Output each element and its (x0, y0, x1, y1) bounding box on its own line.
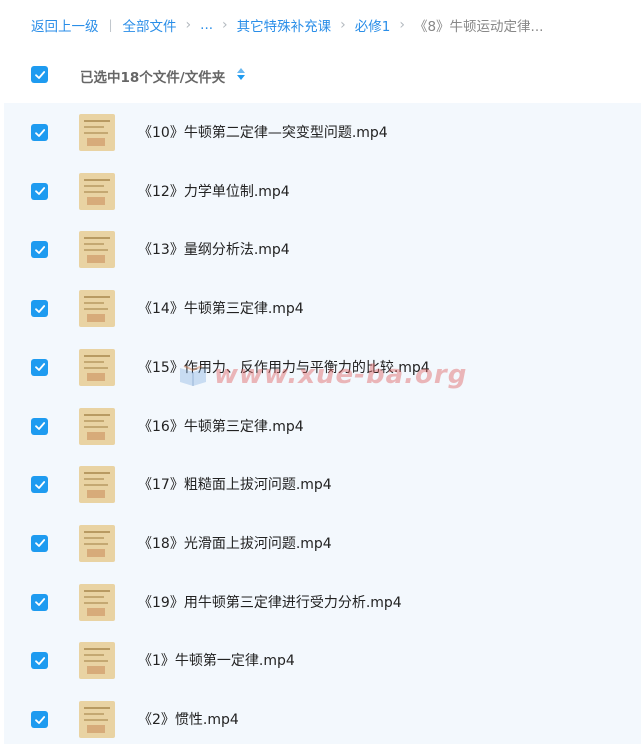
file-checkbox[interactable] (31, 652, 48, 670)
file-row[interactable]: 《2》惯性.mp4 (4, 690, 641, 744)
file-row[interactable]: 《1》牛顿第一定律.mp4 (4, 631, 641, 689)
file-name[interactable]: 《14》牛顿第三定律.mp4 (138, 298, 304, 318)
file-checkbox[interactable] (31, 711, 48, 728)
file-name[interactable]: 《1》牛顿第一定律.mp4 (138, 650, 295, 670)
select-all-checkbox[interactable] (31, 66, 48, 83)
file-name[interactable]: 《18》光滑面上拔河问题.mp4 (138, 533, 332, 553)
video-thumbnail[interactable] (79, 583, 115, 621)
chevron-right-icon: › (399, 17, 405, 33)
chevron-right-icon: › (340, 17, 346, 33)
video-thumbnail[interactable] (79, 701, 115, 738)
checkmark-icon (34, 480, 45, 489)
checkmark-icon (34, 598, 45, 606)
video-thumbnail[interactable] (79, 231, 115, 269)
file-row[interactable]: 《14》牛顿第三定律.mp4 (4, 279, 641, 337)
checkmark-icon (34, 70, 45, 79)
checkmark-icon (34, 128, 45, 137)
checkmark-icon (34, 656, 45, 665)
file-row[interactable]: 《12》力学单位制.mp4 (4, 162, 641, 220)
file-name[interactable]: 《19》用牛顿第三定律进行受力分析.mp4 (138, 592, 402, 612)
sort-icon[interactable] (236, 67, 246, 81)
checkmark-icon (34, 245, 45, 254)
chevron-right-icon: › (222, 17, 228, 33)
file-checkbox[interactable] (31, 358, 48, 376)
file-checkbox[interactable] (31, 593, 48, 611)
chevron-right-icon: › (185, 17, 192, 33)
breadcrumb-folder-required[interactable]: 必修1 (355, 15, 391, 35)
file-checkbox[interactable] (31, 417, 48, 435)
file-name[interactable]: 《12》力学单位制.mp4 (138, 181, 290, 201)
file-row[interactable]: 《17》粗糙面上拔河问题.mp4 (4, 455, 641, 513)
file-name[interactable]: 《16》牛顿第三定律.mp4 (138, 416, 304, 436)
video-thumbnail[interactable] (79, 290, 115, 328)
checkmark-icon (34, 304, 45, 313)
file-row[interactable]: 《15》作用力、反作用力与平衡力的比较.mp4 (4, 338, 641, 396)
checkmark-icon (34, 422, 45, 430)
breadcrumb-ellipsis[interactable]: ... (200, 17, 213, 33)
file-checkbox[interactable] (31, 182, 48, 200)
checkmark-icon (34, 187, 45, 196)
breadcrumb-folder-other[interactable]: 其它特殊补充课 (237, 15, 332, 35)
checkmark-icon (34, 539, 45, 548)
video-thumbnail[interactable] (79, 348, 115, 386)
file-checkbox[interactable] (31, 300, 48, 318)
file-name[interactable]: 《10》牛顿第二定律—突变型问题.mp4 (138, 122, 388, 142)
back-link[interactable]: 返回上一级 (31, 15, 99, 35)
file-name[interactable]: 《15》作用力、反作用力与平衡力的比较.mp4 (138, 357, 430, 377)
file-row[interactable]: 《19》用牛顿第三定律进行受力分析.mp4 (4, 573, 641, 631)
file-name[interactable]: 《2》惯性.mp4 (138, 709, 239, 729)
file-checkbox[interactable] (31, 241, 48, 259)
file-row[interactable]: 《13》量纲分析法.mp4 (4, 220, 641, 278)
breadcrumb: 返回上一级 | 全部文件 › ... › 其它特殊补充课 › 必修1 › 《8》… (31, 14, 543, 36)
file-list: 《10》牛顿第二定律—突变型问题.mp4 《12》力学单位制.mp4 《13》量纲分… (4, 103, 641, 744)
selection-count: 已选中18个文件/文件夹 (80, 70, 226, 86)
file-row[interactable]: 《18》光滑面上拔河问题.mp4 (4, 514, 641, 572)
file-checkbox[interactable] (31, 476, 48, 494)
checkmark-icon (34, 363, 45, 372)
video-thumbnail[interactable] (79, 114, 115, 151)
file-row[interactable]: 《16》牛顿第三定律.mp4 (4, 397, 641, 455)
video-thumbnail[interactable] (79, 642, 115, 680)
file-name[interactable]: 《13》量纲分析法.mp4 (138, 239, 290, 259)
file-row[interactable]: 《10》牛顿第二定律—突变型问题.mp4 (4, 103, 641, 161)
file-name[interactable]: 《17》粗糙面上拔河问题.mp4 (138, 474, 332, 494)
video-thumbnail[interactable] (79, 466, 115, 504)
checkmark-icon (34, 715, 45, 724)
breadcrumb-divider: | (108, 18, 113, 32)
all-files-link[interactable]: 全部文件 (123, 15, 177, 35)
file-checkbox[interactable] (31, 124, 48, 141)
video-thumbnail[interactable] (79, 172, 115, 210)
selection-header: 已选中18个文件/文件夹 (0, 57, 641, 93)
breadcrumb-current: 《8》牛顿运动定律... (413, 19, 544, 35)
video-thumbnail[interactable] (79, 407, 115, 445)
video-thumbnail[interactable] (79, 524, 115, 562)
file-checkbox[interactable] (31, 534, 48, 552)
